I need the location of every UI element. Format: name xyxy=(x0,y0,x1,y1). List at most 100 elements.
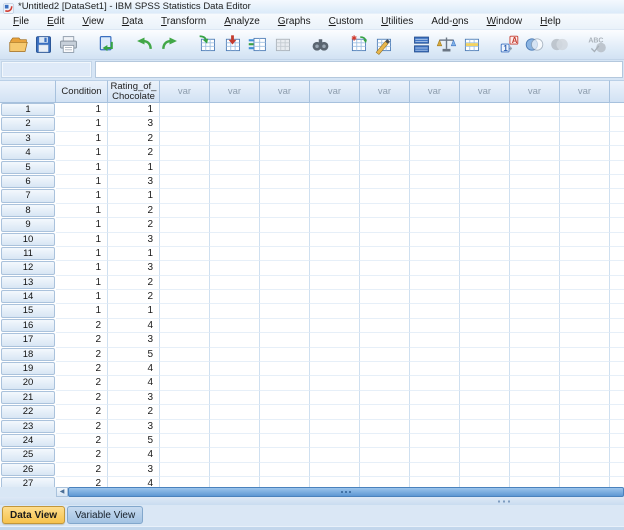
data-cell[interactable] xyxy=(310,419,360,434)
data-cell[interactable]: 2 xyxy=(56,318,108,334)
goto-case-icon[interactable] xyxy=(195,32,220,58)
data-cell[interactable] xyxy=(260,290,310,305)
data-cell[interactable] xyxy=(410,433,460,449)
column-header-var[interactable]: var xyxy=(510,80,560,103)
data-cell[interactable] xyxy=(360,275,410,291)
save-icon[interactable] xyxy=(31,32,56,58)
weight-cases-icon[interactable] xyxy=(434,32,459,58)
data-cell[interactable] xyxy=(360,103,410,118)
data-cell[interactable] xyxy=(310,290,360,305)
data-cell[interactable] xyxy=(460,232,510,247)
data-cell[interactable] xyxy=(310,246,360,262)
dialog-recall-icon[interactable] xyxy=(94,32,119,58)
data-cell[interactable] xyxy=(560,433,610,449)
data-cell[interactable] xyxy=(410,261,460,276)
data-cell[interactable] xyxy=(360,362,410,377)
data-cell[interactable] xyxy=(460,131,510,147)
data-cell[interactable] xyxy=(260,433,310,449)
data-cell[interactable] xyxy=(310,304,360,319)
goto-variable-icon[interactable] xyxy=(220,32,245,58)
data-cell[interactable] xyxy=(510,362,560,377)
data-cell[interactable] xyxy=(260,304,310,319)
data-cell[interactable] xyxy=(160,290,210,305)
data-cell[interactable] xyxy=(610,232,624,247)
data-cell[interactable] xyxy=(510,218,560,233)
data-cell[interactable] xyxy=(310,146,360,161)
data-cell[interactable] xyxy=(310,174,360,190)
data-cell[interactable] xyxy=(560,318,610,334)
data-cell[interactable]: 1 xyxy=(56,146,108,161)
menu-transform[interactable]: Transform xyxy=(152,14,215,29)
row-header[interactable]: 27 xyxy=(1,477,55,487)
data-cell[interactable] xyxy=(460,146,510,161)
column-header-condition[interactable]: Condition xyxy=(56,80,108,103)
row-header[interactable]: 9 xyxy=(1,218,55,232)
data-cell[interactable] xyxy=(510,419,560,434)
data-cell[interactable] xyxy=(610,448,624,463)
data-cell[interactable] xyxy=(610,131,624,147)
data-cell[interactable] xyxy=(510,333,560,348)
data-cell[interactable] xyxy=(210,477,260,487)
data-cell[interactable] xyxy=(160,462,210,478)
data-cell[interactable] xyxy=(610,318,624,334)
data-cell[interactable] xyxy=(410,362,460,377)
data-cell[interactable] xyxy=(260,275,310,291)
data-cell[interactable] xyxy=(360,390,410,406)
data-cell[interactable]: 1 xyxy=(56,131,108,147)
data-cell[interactable] xyxy=(610,246,624,262)
redo-icon[interactable] xyxy=(157,32,182,58)
data-cell[interactable] xyxy=(310,103,360,118)
data-cell[interactable] xyxy=(460,275,510,291)
data-cell[interactable]: 2 xyxy=(56,405,108,420)
data-cell[interactable] xyxy=(510,304,560,319)
data-cell[interactable] xyxy=(610,462,624,478)
data-cell[interactable] xyxy=(410,333,460,348)
data-cell[interactable] xyxy=(260,419,310,434)
data-cell[interactable] xyxy=(210,290,260,305)
cell-reference-box[interactable] xyxy=(2,62,91,77)
value-labels-icon[interactable]: 1A xyxy=(497,32,522,58)
data-cell[interactable] xyxy=(210,275,260,291)
data-cell[interactable] xyxy=(360,160,410,175)
row-header[interactable]: 20 xyxy=(1,376,55,390)
row-header[interactable]: 22 xyxy=(1,405,55,419)
data-cell[interactable] xyxy=(210,261,260,276)
data-cell[interactable] xyxy=(410,448,460,463)
menu-add-ons[interactable]: Add-ons xyxy=(422,14,477,29)
data-cell[interactable] xyxy=(260,117,310,132)
data-cell[interactable]: 3 xyxy=(108,390,160,406)
data-cell[interactable] xyxy=(510,347,560,363)
column-header-var[interactable]: var xyxy=(260,80,310,103)
data-cell[interactable] xyxy=(460,174,510,190)
data-cell[interactable] xyxy=(210,362,260,377)
data-cell[interactable] xyxy=(160,203,210,219)
data-cell[interactable]: 2 xyxy=(56,376,108,391)
tab-variable-view[interactable]: Variable View xyxy=(67,506,144,524)
data-cell[interactable]: 2 xyxy=(108,218,160,233)
undo-icon[interactable] xyxy=(132,32,157,58)
data-cell[interactable] xyxy=(510,103,560,118)
find-icon[interactable] xyxy=(308,32,333,58)
data-cell[interactable] xyxy=(160,246,210,262)
column-header-var-partial[interactable] xyxy=(610,80,624,103)
data-cell[interactable] xyxy=(310,131,360,147)
menu-data[interactable]: Data xyxy=(113,14,152,29)
data-cell[interactable] xyxy=(460,203,510,219)
menu-window[interactable]: Window xyxy=(478,14,532,29)
data-cell[interactable] xyxy=(510,318,560,334)
data-cell[interactable] xyxy=(460,103,510,118)
row-header[interactable]: 11 xyxy=(1,246,55,261)
show-all-variables-icon[interactable] xyxy=(547,32,572,58)
data-cell[interactable] xyxy=(260,189,310,204)
menu-edit[interactable]: Edit xyxy=(38,14,73,29)
data-cell[interactable] xyxy=(560,261,610,276)
data-cell[interactable] xyxy=(610,347,624,363)
data-cell[interactable] xyxy=(360,131,410,147)
data-cell[interactable] xyxy=(560,174,610,190)
data-cell[interactable] xyxy=(510,462,560,478)
data-cell[interactable]: 1 xyxy=(108,189,160,204)
data-cell[interactable]: 2 xyxy=(56,390,108,406)
data-cell[interactable] xyxy=(610,304,624,319)
menu-custom[interactable]: Custom xyxy=(320,14,372,29)
data-cell[interactable] xyxy=(410,174,460,190)
